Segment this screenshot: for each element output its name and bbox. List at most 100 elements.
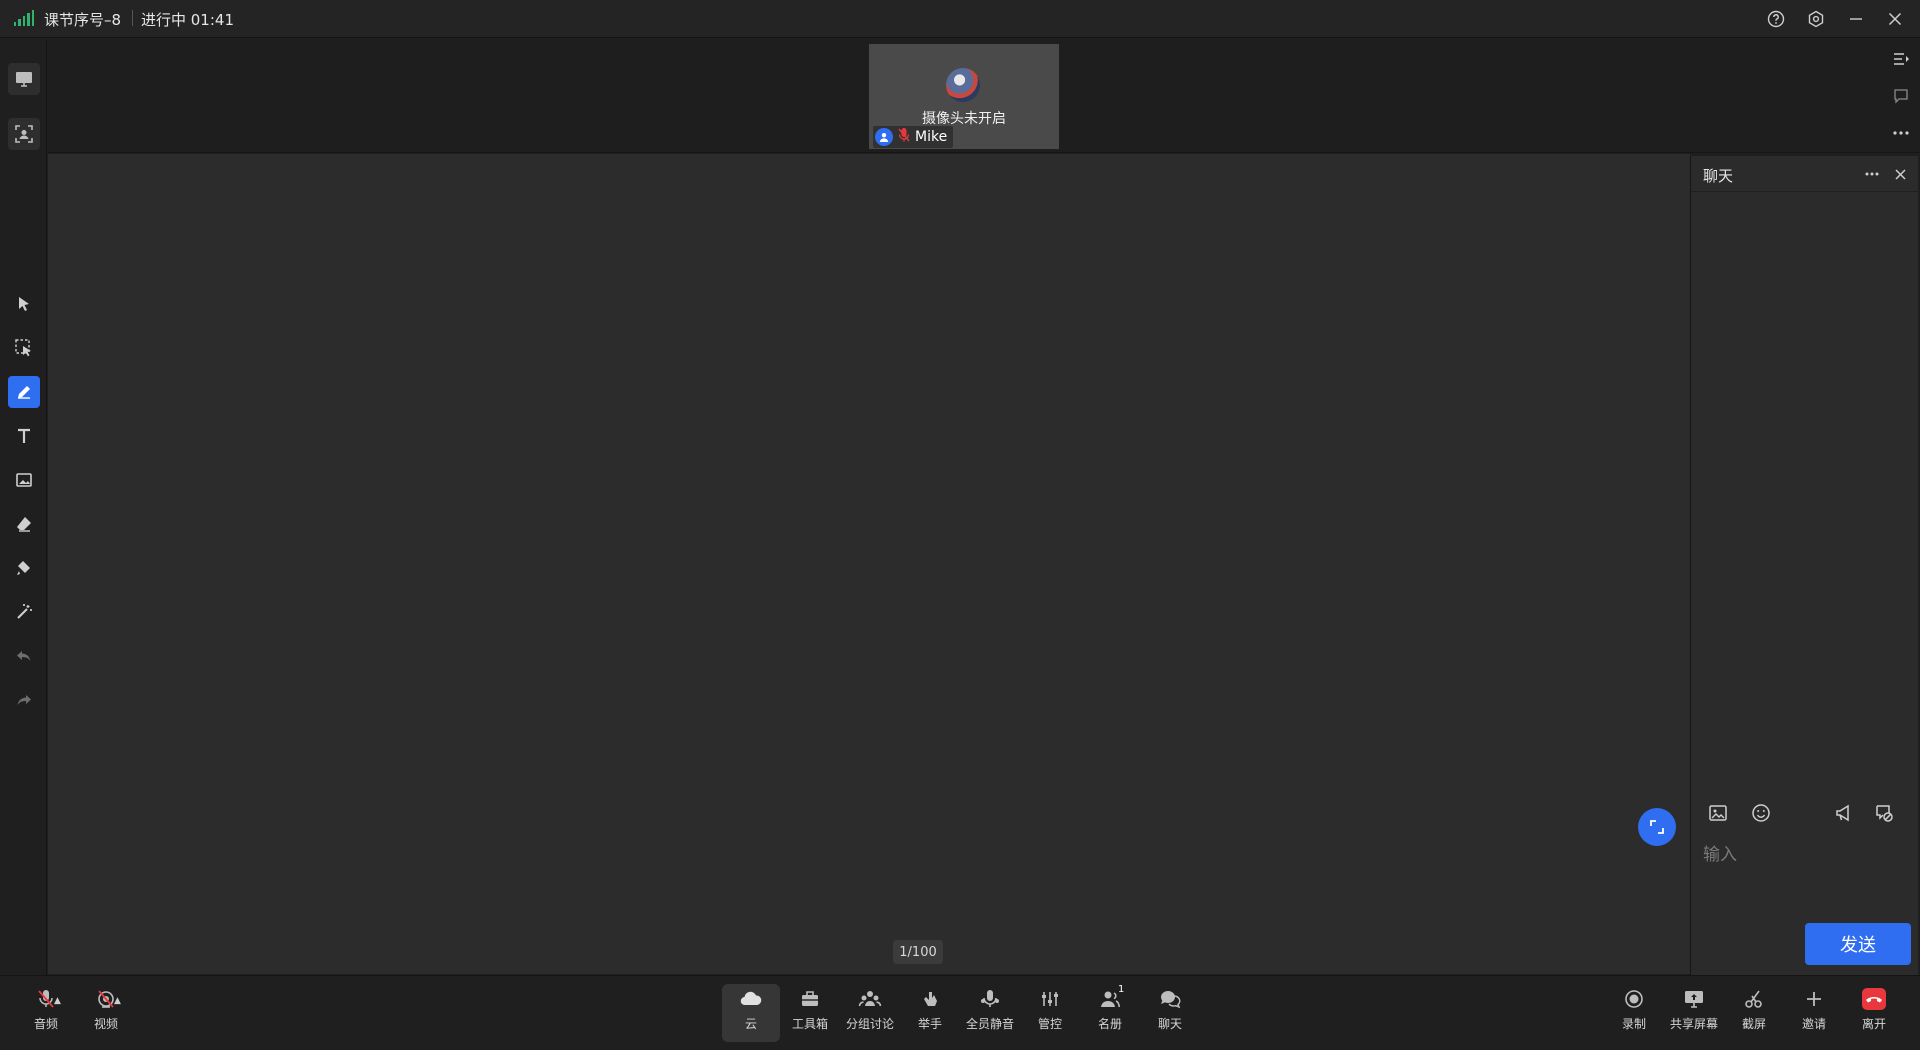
area-select-tool[interactable] — [8, 332, 40, 364]
text-icon — [18, 428, 30, 443]
send-image-button[interactable] — [1705, 800, 1731, 826]
help-icon — [1767, 10, 1785, 28]
focus-view-button[interactable] — [8, 118, 40, 150]
breakout-button[interactable]: 分组讨论 — [842, 984, 898, 1042]
participant-video-tile[interactable]: 摄像头未开启 Mike — [869, 44, 1059, 149]
roster-button[interactable]: 名册 1 — [1082, 984, 1138, 1042]
record-icon — [1623, 984, 1645, 1014]
close-icon — [1888, 12, 1902, 26]
list-collapse-icon — [1894, 53, 1909, 65]
hang-up-icon — [1861, 984, 1887, 1014]
chat-header: 聊天 — [1691, 156, 1919, 192]
audio-options-caret[interactable]: ▲ — [54, 996, 64, 1006]
user-icon — [875, 128, 893, 146]
screenshot-button[interactable]: 截屏 — [1726, 984, 1782, 1042]
toolbox-button[interactable]: 工具箱 — [782, 984, 838, 1042]
settings-button[interactable] — [1803, 6, 1829, 32]
chat-close-button[interactable] — [1889, 163, 1911, 185]
redo-icon — [17, 695, 31, 705]
chat-panel: 聊天 发送 — [1690, 156, 1919, 976]
bullet-chat-button[interactable] — [1890, 85, 1912, 107]
hand-icon — [919, 984, 941, 1014]
gear-icon — [1808, 10, 1824, 28]
chat-title: 聊天 — [1703, 167, 1734, 185]
chat-disabled-icon — [1876, 805, 1893, 822]
video-options-caret[interactable]: ▲ — [114, 996, 124, 1006]
help-button[interactable] — [1763, 6, 1789, 32]
megaphone-icon — [1836, 804, 1849, 822]
leave-button[interactable]: 离开 — [1846, 984, 1902, 1042]
screenshot-label: 截屏 — [1741, 1017, 1766, 1031]
chat-label: 聊天 — [1157, 1017, 1182, 1031]
control-button[interactable]: 管控 — [1022, 984, 1078, 1042]
pen-icon — [18, 386, 30, 399]
minimize-icon — [1850, 18, 1862, 20]
emoji-button[interactable] — [1748, 800, 1774, 826]
fullscreen-button[interactable] — [1638, 808, 1676, 846]
signal-strength-icon — [14, 10, 35, 26]
cloud-icon — [739, 984, 763, 1014]
chat-more-button[interactable] — [1861, 163, 1883, 185]
eraser-tool[interactable] — [8, 508, 40, 540]
redo-button[interactable] — [8, 684, 40, 716]
participant-name-tag: Mike — [873, 126, 954, 148]
title-divider — [132, 10, 133, 26]
emoji-icon — [1752, 804, 1770, 822]
page-indicator: 1/100 — [893, 940, 943, 964]
announcement-button[interactable] — [1831, 800, 1857, 826]
control-label: 管控 — [1037, 1017, 1062, 1031]
audio-label: 音频 — [33, 1017, 58, 1031]
minimize-button[interactable] — [1843, 6, 1869, 32]
chat-bubbles-icon — [1158, 984, 1182, 1014]
chat-input[interactable] — [1703, 840, 1907, 900]
mic-muted-icon — [897, 127, 911, 147]
text-tool[interactable] — [8, 420, 40, 452]
more-options-button[interactable] — [1890, 122, 1912, 144]
select-tool[interactable] — [8, 288, 40, 320]
whiteboard-canvas[interactable]: 1/100 — [48, 154, 1690, 974]
eraser-icon — [17, 517, 31, 532]
image-icon — [1709, 805, 1727, 821]
group-icon — [858, 984, 882, 1014]
more-icon — [1865, 172, 1879, 176]
fill-tool[interactable] — [8, 552, 40, 584]
pointer-icon — [19, 297, 29, 311]
raise-hand-label: 举手 — [917, 1017, 942, 1031]
share-screen-button[interactable]: 共享屏幕 — [1666, 984, 1722, 1042]
raise-hand-button[interactable]: 举手 — [902, 984, 958, 1042]
paint-bucket-icon — [17, 561, 30, 575]
mic-icon — [978, 984, 1002, 1014]
audio-button[interactable]: 音频 — [18, 984, 74, 1042]
mute-chat-button[interactable] — [1871, 800, 1897, 826]
message-icon — [1894, 89, 1908, 104]
expand-icon — [1650, 820, 1664, 834]
face-frame-icon — [15, 125, 33, 143]
record-button[interactable]: 录制 — [1606, 984, 1662, 1042]
laser-tool[interactable] — [8, 596, 40, 628]
layout-toggle-button[interactable] — [1890, 48, 1912, 70]
roster-label: 名册 — [1097, 1017, 1122, 1031]
image-icon — [16, 473, 32, 487]
board-view-button[interactable] — [8, 63, 40, 95]
undo-button[interactable] — [8, 640, 40, 672]
invite-button[interactable]: 邀请 — [1786, 984, 1842, 1042]
monitor-icon — [16, 72, 32, 87]
cloud-drive-button[interactable]: 云 — [722, 984, 780, 1042]
close-window-button[interactable] — [1882, 6, 1908, 32]
image-tool[interactable] — [8, 464, 40, 496]
mute-all-button[interactable]: 全员静音 — [962, 984, 1018, 1042]
class-status: 进行中 01:41 — [141, 11, 234, 29]
chat-button[interactable]: 聊天 — [1142, 984, 1198, 1042]
more-icon — [1893, 131, 1909, 135]
camera-off-label: 摄像头未开启 — [922, 111, 1006, 127]
video-button[interactable]: 视频 — [78, 984, 134, 1042]
leave-label: 离开 — [1861, 1017, 1886, 1031]
avatar — [946, 68, 980, 102]
breakout-label: 分组讨论 — [845, 1017, 894, 1031]
toolbox-icon — [799, 984, 821, 1014]
participant-name: Mike — [915, 129, 948, 145]
chat-toolbar — [1691, 796, 1919, 830]
send-button[interactable]: 发送 — [1805, 923, 1911, 965]
pen-tool[interactable] — [8, 376, 40, 408]
close-icon — [1894, 168, 1906, 180]
